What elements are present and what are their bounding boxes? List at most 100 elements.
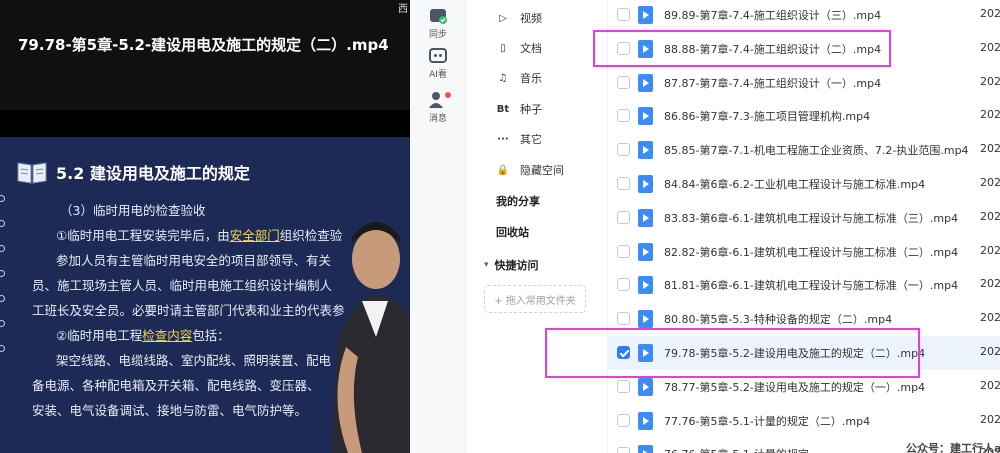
category-hidden-space[interactable]: 🔒 隐藏空间 — [496, 162, 564, 178]
slide-dot — [0, 245, 5, 252]
file-checkbox[interactable] — [617, 210, 630, 224]
slide-text: 包括： — [192, 328, 230, 343]
torrent-icon: Bt — [496, 103, 510, 115]
file-name[interactable]: 85.85-第7章-7.1-机电工程施工企业资质、7.2-执业范围.mp4 — [664, 142, 969, 158]
video-title: 79.78-第5章-5.2-建设用电及施工的规定（二）.mp4 — [18, 36, 389, 54]
progress-dots — [0, 195, 6, 370]
file-date: 202 — [980, 108, 1000, 122]
file-row[interactable]: 81.81-第6章-6.1-建筑机电工程设计与施工标准（一）.mp4 202 — [608, 268, 1000, 302]
drop-folder-zone[interactable]: + 拖入常用文件夹 — [484, 285, 586, 313]
video-file-icon — [638, 107, 653, 126]
rail-item-ai[interactable]: AI看 — [410, 46, 466, 80]
ai-watch-icon — [429, 48, 447, 63]
file-row[interactable]: 89.89-第7章-7.4-施工组织设计（三）.mp4 202 — [608, 0, 1000, 32]
video-file-icon — [638, 310, 653, 329]
file-date: 202 — [980, 277, 1000, 291]
quick-access-header[interactable]: ▾ 快捷访问 — [484, 257, 539, 273]
file-checkbox[interactable] — [617, 109, 630, 123]
rail-item-messages[interactable]: 消息 — [410, 90, 466, 124]
slide-line: 员、施工现场主管人员、临时用电施工组织设计编制人 — [32, 278, 333, 293]
category-torrent[interactable]: Bt 种子 — [496, 101, 542, 117]
quick-access-label: 快捷访问 — [494, 259, 539, 272]
highlight-box — [545, 328, 920, 378]
category-label: 隐藏空间 — [520, 164, 564, 177]
music-icon: ♫ — [498, 72, 508, 84]
file-checkbox[interactable] — [617, 447, 630, 453]
file-date: 202 — [980, 40, 1000, 54]
file-checkbox[interactable] — [617, 8, 630, 21]
file-name[interactable]: 78.77-第5章-5.2-建设用电及施工的规定（一）.mp4 — [664, 379, 925, 395]
category-label: 其它 — [520, 133, 542, 146]
file-name[interactable]: 83.83-第6章-6.1-建筑机电工程设计与施工标准（三）.mp4 — [664, 210, 958, 226]
file-row[interactable]: 82.82-第6章-6.1-建筑机电工程设计与施工标准（二）.mp4 202 — [608, 235, 1000, 269]
file-name[interactable]: 84.84-第6章-6.2-工业机电工程设计与施工标准.mp4 — [664, 176, 925, 192]
slide-text: ②临时用电工程 — [56, 328, 143, 343]
file-checkbox[interactable] — [617, 312, 630, 326]
book-icon — [17, 162, 47, 184]
file-row[interactable]: 84.84-第6章-6.2-工业机电工程设计与施工标准.mp4 202 — [608, 167, 1000, 201]
slide-line: 备电源、各种配电箱及开关箱、配电线路、变压器、 — [32, 378, 320, 393]
file-name[interactable]: 81.81-第6章-6.1-建筑机电工程设计与施工标准（一）.mp4 — [664, 277, 958, 293]
slide-line-2: ①临时用电工程安装完毕后，由安全部门组织检查验 — [56, 225, 342, 244]
video-file-icon — [638, 242, 653, 261]
file-list: 89.89-第7章-7.4-施工组织设计（三）.mp4 202 88.88-第7章-… — [608, 0, 1000, 453]
sync-icon — [430, 9, 447, 24]
slide-section-title: 5.2 建设用电及施工的规定 — [56, 164, 250, 183]
file-checkbox[interactable] — [617, 244, 630, 258]
file-date: 202 — [980, 345, 1000, 358]
video-file-icon — [638, 175, 653, 193]
category-label: 视频 — [520, 12, 542, 25]
recycle-bin-link[interactable]: 回收站 — [496, 224, 529, 240]
file-name[interactable]: 76.76-第5章-5.1-计量的规定... — [664, 446, 819, 453]
file-checkbox[interactable] — [617, 75, 630, 89]
file-name[interactable]: 86.86-第7章-7.3-施工项目管理机构.mp4 — [664, 108, 870, 124]
category-video[interactable]: ▷ 视频 — [496, 10, 542, 26]
file-checkbox[interactable] — [617, 278, 630, 292]
notification-dot — [445, 92, 451, 98]
file-checkbox[interactable] — [617, 177, 630, 190]
file-checkbox[interactable] — [617, 379, 630, 393]
file-date: 202 — [980, 243, 1000, 257]
category-music[interactable]: ♫ 音乐 — [496, 70, 542, 86]
file-name[interactable]: 77.76-第5章-5.1-计量的规定（二）.mp4 — [664, 413, 870, 429]
video-player[interactable]: 79.78-第5章-5.2-建设用电及施工的规定（二）.mp4 西 5.2 建设… — [0, 0, 410, 453]
category-document[interactable]: ▯ 文档 — [496, 40, 542, 56]
rail-label: 同步 — [428, 30, 447, 40]
highlight-box — [593, 30, 891, 67]
file-date: 202 — [980, 74, 1000, 88]
file-row[interactable]: 87.87-第7章-7.4-施工组织设计（一）.mp4 202 — [608, 66, 1000, 100]
category-other[interactable]: ··· 其它 — [496, 131, 542, 147]
file-row[interactable]: 83.83-第6章-6.1-建筑机电工程设计与施工标准（三）.mp4 202 — [608, 201, 1000, 235]
lecture-slide: 5.2 建设用电及施工的规定 （3）临时用电的检查验收 ①临时用电工程安装完毕后… — [0, 137, 410, 453]
file-row[interactable]: 86.86-第7章-7.3-施工项目管理机构.mp4 202 — [608, 99, 1000, 133]
nav-rail: 同步 AI看 消息 — [410, 0, 466, 453]
file-date: 202 — [980, 209, 1000, 223]
file-checkbox[interactable] — [617, 143, 630, 157]
rail-item-sync[interactable]: 同步 — [410, 6, 466, 40]
lock-icon: 🔒 — [496, 164, 510, 176]
video-file-icon — [638, 208, 653, 227]
slide-dot — [0, 345, 5, 352]
file-name[interactable]: 87.87-第7章-7.4-施工组织设计（一）.mp4 — [664, 75, 881, 91]
file-row[interactable]: 77.76-第5章-5.1-计量的规定（二）.mp4 202 — [608, 404, 1000, 438]
video-icon: ▷ — [499, 12, 507, 24]
file-date: 202 — [980, 7, 1000, 20]
file-checkbox[interactable] — [617, 413, 630, 427]
presenter-figure — [332, 222, 410, 453]
file-row[interactable]: 85.85-第7章-7.1-机电工程施工企业资质、7.2-执业范围.mp4 202 — [608, 133, 1000, 167]
video-file-icon — [638, 445, 653, 453]
top-edge-text: 西 — [398, 4, 408, 15]
file-name[interactable]: 82.82-第6章-6.1-建筑机电工程设计与施工标准（二）.mp4 — [664, 244, 958, 260]
video-file-icon — [638, 377, 653, 396]
rail-label: 消息 — [428, 114, 447, 124]
my-share-link[interactable]: 我的分享 — [496, 193, 540, 209]
file-date: 202 — [980, 311, 1000, 325]
slide-line: 工班长及安全员。必要时请主管部门代表和业主的代表参 — [32, 303, 345, 318]
slide-dot — [0, 320, 5, 327]
file-date: 202 — [980, 142, 1000, 156]
video-file-icon — [638, 411, 653, 430]
file-name[interactable]: 89.89-第7章-7.4-施工组织设计（三）.mp4 — [664, 7, 881, 23]
slide-line-6: ②临时用电工程检查内容包括： — [56, 325, 230, 344]
file-name[interactable]: 80.80-第5章-5.3-特种设备的规定（二）.mp4 — [664, 311, 892, 327]
slide-line: 参加人员有主管临时用电安全的项目部领导、有关 — [56, 253, 332, 268]
